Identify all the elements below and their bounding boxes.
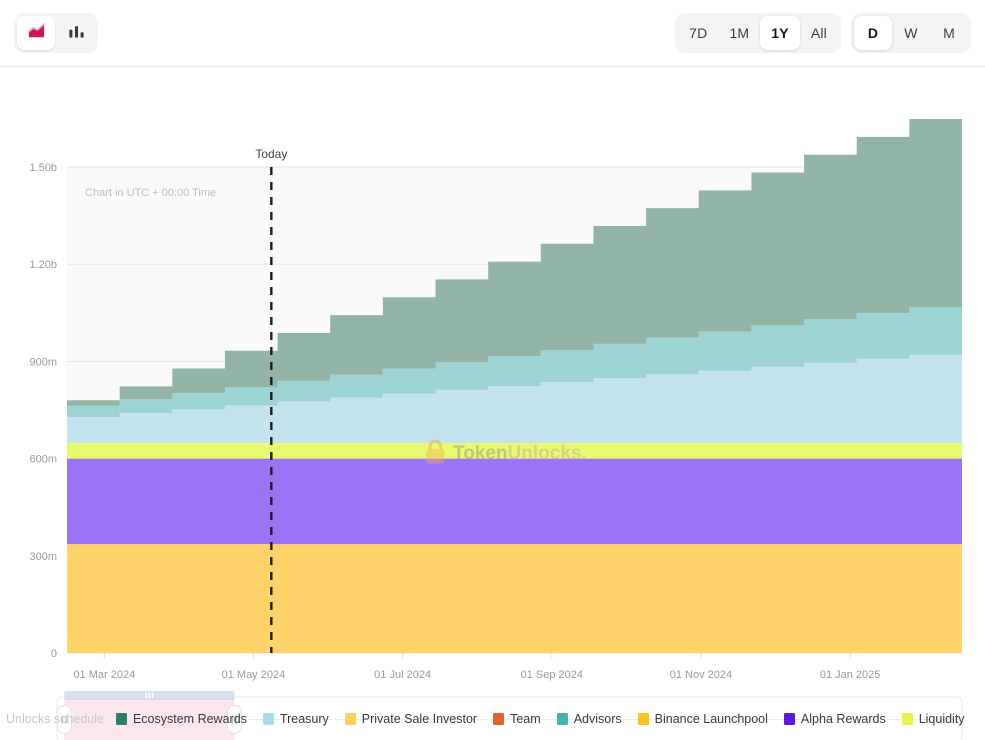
- x-tick-label: 01 Mar 2024: [73, 669, 135, 681]
- legend-label-liquidity: Liquidity: [919, 712, 965, 726]
- legend-label-ecosystem-rewards: Ecosystem Rewards: [133, 712, 247, 726]
- range-button-all[interactable]: All: [800, 16, 838, 50]
- legend-label-private-sale-investor: Private Sale Investor: [362, 712, 477, 726]
- token-unlocks-chart-page: 7D 1M 1Y All D W M TokenUnlocks. Chart in…: [0, 0, 985, 740]
- range-button-1m[interactable]: 1M: [718, 16, 760, 50]
- legend-swatch-alpha-rewards: [784, 713, 795, 725]
- legend-item-ecosystem-rewards[interactable]: Ecosystem Rewards: [116, 712, 247, 726]
- legend-item-binance-launchpool[interactable]: Binance Launchpool: [638, 712, 768, 726]
- x-tick-label: 01 Jul 2024: [374, 669, 431, 681]
- legend-item-alpha-rewards[interactable]: Alpha Rewards: [784, 712, 886, 726]
- legend-item-treasury[interactable]: Treasury: [263, 712, 329, 726]
- legend-swatch-ecosystem-rewards: [116, 713, 127, 725]
- legend-swatch-team: [493, 713, 504, 725]
- range-button-1y[interactable]: 1Y: [760, 16, 800, 50]
- chart-legend: Unlocks schedule Ecosystem Rewards Treas…: [0, 712, 985, 726]
- watermark-label: TokenUnlocks.: [453, 443, 587, 464]
- legend-item-private-sale-investor[interactable]: Private Sale Investor: [345, 712, 477, 726]
- chart-range-controls: 7D 1M 1Y All D W M: [675, 13, 971, 53]
- y-tick-label: 1.50b: [29, 162, 57, 174]
- interval-button-day[interactable]: D: [854, 16, 892, 50]
- legend-label-treasury: Treasury: [280, 712, 329, 726]
- series-area-private-sale-investor: [67, 544, 962, 653]
- legend-swatch-treasury: [263, 713, 274, 725]
- legend-swatch-binance-launchpool: [638, 713, 649, 725]
- legend-item-liquidity[interactable]: Liquidity: [902, 712, 965, 726]
- area-chart-type-button[interactable]: [17, 16, 55, 50]
- y-axis-labels: 0 300m 600m 900m 1.20b 1.50b: [29, 162, 57, 660]
- y-tick-label: 900m: [29, 356, 57, 368]
- today-label: Today: [255, 147, 287, 161]
- x-tick-label: 01 Jan 2025: [820, 669, 881, 681]
- x-tick-label: 01 Sep 2024: [521, 669, 583, 681]
- interval-button-month[interactable]: M: [930, 16, 968, 50]
- range-button-7d[interactable]: 7D: [678, 16, 718, 50]
- series-area-alpha-rewards: [67, 459, 962, 545]
- chart-type-group: [14, 13, 98, 53]
- x-tick-label: 01 May 2024: [222, 669, 286, 681]
- time-range-group: 7D 1M 1Y All: [675, 13, 841, 53]
- legend-swatch-private-sale-investor: [345, 713, 356, 725]
- bar-chart-icon: [67, 22, 86, 44]
- area-chart-icon: [27, 22, 46, 44]
- legend-label-advisors: Advisors: [574, 712, 622, 726]
- legend-label-team: Team: [510, 712, 541, 726]
- bar-chart-type-button[interactable]: [57, 16, 95, 50]
- legend-label-alpha-rewards: Alpha Rewards: [801, 712, 886, 726]
- legend-swatch-liquidity: [902, 713, 913, 725]
- interval-button-week[interactable]: W: [892, 16, 930, 50]
- legend-title: Unlocks schedule: [6, 712, 104, 726]
- y-tick-label: 600m: [29, 454, 57, 466]
- x-axis-labels: 01 Mar 2024 01 May 2024 01 Jul 2024 01 Sep …: [73, 653, 880, 681]
- legend-item-team[interactable]: Team: [493, 712, 541, 726]
- chart-toolbar: 7D 1M 1Y All D W M: [0, 0, 985, 67]
- legend-item-advisors[interactable]: Advisors: [557, 712, 622, 726]
- utc-note: Chart in UTC + 00:00 Time: [85, 187, 216, 199]
- chart-type-switcher: [14, 13, 98, 53]
- interval-group: D W M: [851, 13, 971, 53]
- y-tick-label: 0: [51, 648, 57, 660]
- unlocks-area-chart[interactable]: TokenUnlocks. Chart in UTC + 00:00 Time T…: [0, 67, 985, 740]
- y-tick-label: 300m: [29, 551, 57, 563]
- x-tick-label: 01 Nov 2024: [670, 669, 732, 681]
- legend-label-binance-launchpool: Binance Launchpool: [655, 712, 768, 726]
- legend-swatch-advisors: [557, 713, 568, 725]
- chart-canvas-area: TokenUnlocks. Chart in UTC + 00:00 Time T…: [0, 67, 985, 740]
- y-tick-label: 1.20b: [29, 259, 57, 271]
